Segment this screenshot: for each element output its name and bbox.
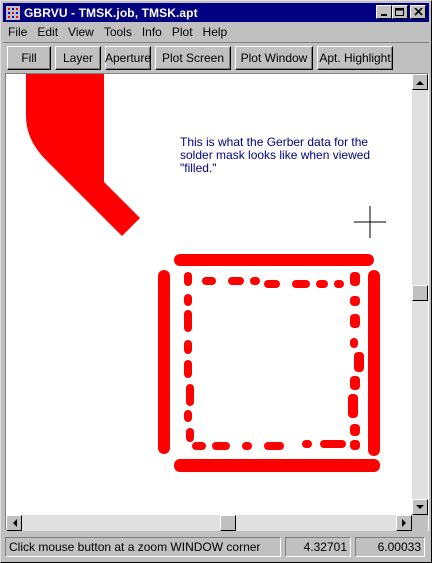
status-x-coordinate: 4.32701 <box>285 537 351 557</box>
toolbar: Fill Layer Aperture Plot Screen Plot Win… <box>3 42 429 72</box>
status-message: Click mouse button at a zoom WINDOW corn… <box>5 537 281 557</box>
window-title: GBRVU - TMSK.job, TMSK.apt <box>24 5 198 20</box>
scrollbar-corner <box>412 515 428 531</box>
plot-area: This is what the Gerber data for the sol… <box>5 73 429 531</box>
maximize-button[interactable] <box>392 5 408 19</box>
menu-info[interactable]: Info <box>137 23 167 42</box>
horizontal-scrollbar[interactable] <box>6 515 412 531</box>
menu-plot[interactable]: Plot <box>167 23 198 42</box>
aperture-button[interactable]: Aperture <box>105 45 151 70</box>
pad-row-bottom <box>174 459 380 472</box>
menu-view[interactable]: View <box>63 23 99 42</box>
status-y-coordinate: 6.00033 <box>355 537 425 557</box>
minimize-button[interactable] <box>376 5 392 19</box>
title-bar[interactable]: GBRVU - TMSK.job, TMSK.apt <box>3 3 429 22</box>
close-button[interactable] <box>410 5 426 19</box>
vertical-scrollbar[interactable] <box>412 74 428 515</box>
solder-mask-shapes <box>26 74 380 472</box>
trace-pad <box>26 74 140 236</box>
app-window: GBRVU - TMSK.job, TMSK.apt File Edit Vie… <box>0 0 432 563</box>
menu-tools[interactable]: Tools <box>99 23 137 42</box>
close-icon <box>413 8 423 16</box>
arrow-left-icon <box>12 519 17 527</box>
status-bar: Click mouse button at a zoom WINDOW corn… <box>3 535 429 559</box>
fill-button[interactable]: Fill <box>7 45 51 70</box>
scroll-right-button[interactable] <box>396 515 412 531</box>
arrow-down-icon <box>416 504 424 509</box>
plot-window-button[interactable]: Plot Window <box>235 45 313 70</box>
minimize-icon <box>381 14 387 16</box>
pad-col-right <box>368 270 380 456</box>
arrow-up-icon <box>416 80 424 85</box>
pad-col-left <box>158 270 170 454</box>
scroll-left-button[interactable] <box>6 515 22 531</box>
horizontal-scroll-thumb[interactable] <box>220 515 236 531</box>
menu-help[interactable]: Help <box>198 23 233 42</box>
scroll-down-button[interactable] <box>412 499 428 515</box>
app-icon <box>5 5 21 21</box>
arrow-right-icon <box>401 519 406 527</box>
plot-screen-button[interactable]: Plot Screen <box>155 45 231 70</box>
menu-edit[interactable]: Edit <box>32 23 63 42</box>
menu-file[interactable]: File <box>3 23 32 42</box>
maximize-icon <box>395 7 404 16</box>
vertical-scroll-thumb[interactable] <box>412 285 428 301</box>
crosshair-cursor-icon <box>354 206 386 238</box>
gerber-canvas[interactable]: This is what the Gerber data for the sol… <box>6 74 412 515</box>
menu-bar: File Edit View Tools Info Plot Help <box>3 23 429 42</box>
layer-button[interactable]: Layer <box>55 45 101 70</box>
scroll-up-button[interactable] <box>412 74 428 90</box>
pad-row-top <box>174 254 374 266</box>
annotation-text: This is what the Gerber data for the sol… <box>180 135 371 175</box>
apt-highlight-button[interactable]: Apt. Highlight <box>317 45 393 70</box>
